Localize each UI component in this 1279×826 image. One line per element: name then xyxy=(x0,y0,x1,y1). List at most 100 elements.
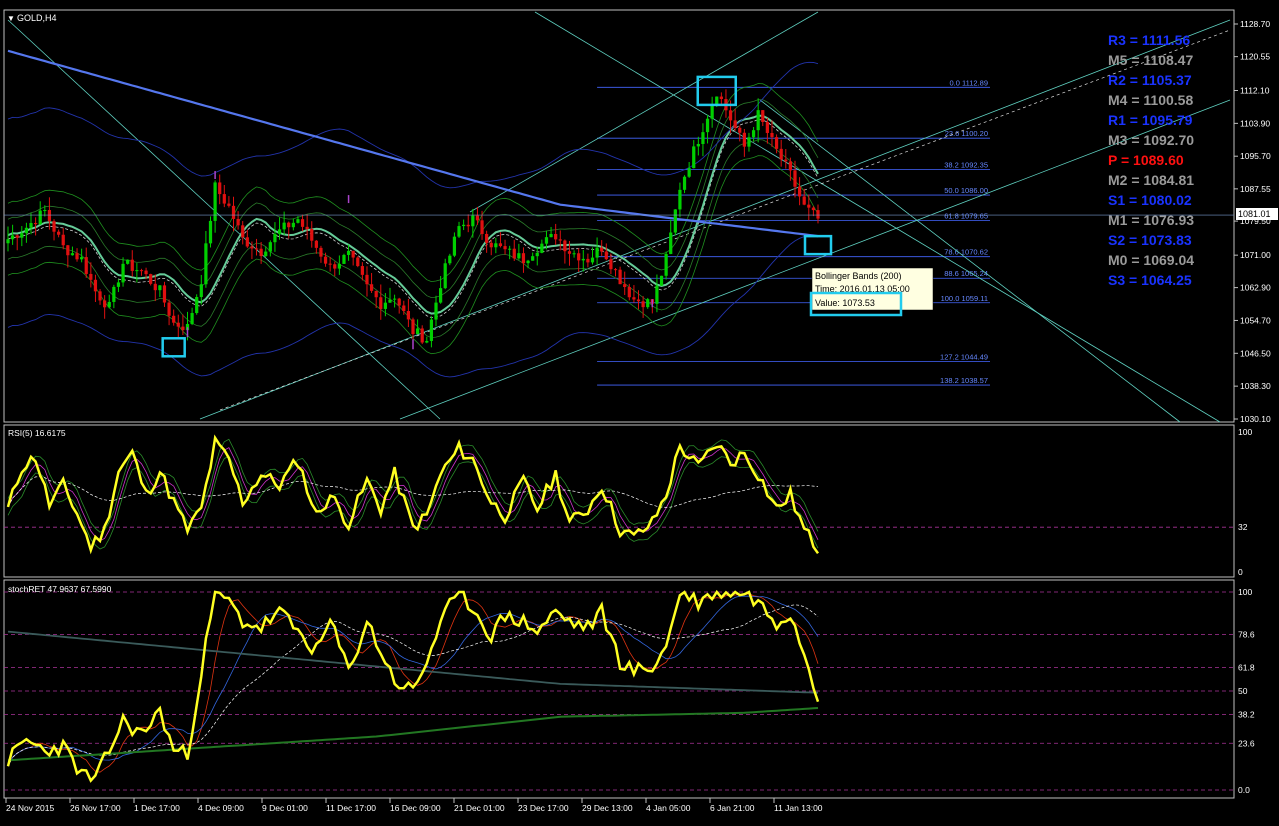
rsi-tick-label: 32 xyxy=(1238,522,1248,532)
candle-body xyxy=(770,132,774,138)
candle-body xyxy=(402,305,406,312)
candle-body xyxy=(222,194,226,204)
pivot-level-label: R3 = 1111.56 xyxy=(1108,32,1190,48)
time-tick-label: 24 Nov 2015 xyxy=(6,803,54,813)
candle-body xyxy=(751,130,756,138)
candle-body xyxy=(89,273,93,280)
time-tick-label: 11 Dec 17:00 xyxy=(326,803,376,813)
candle-body xyxy=(498,243,503,247)
candle-body xyxy=(577,253,581,261)
candle-body xyxy=(130,259,134,271)
candle-body xyxy=(682,176,687,190)
candle-body xyxy=(126,259,130,264)
candle-body xyxy=(291,222,295,228)
candle-body xyxy=(273,233,277,243)
candle-body xyxy=(448,255,452,264)
candle-body xyxy=(70,253,75,256)
candle-body xyxy=(765,122,769,133)
candle-body xyxy=(774,137,779,149)
candle-body xyxy=(245,237,249,247)
candle-body xyxy=(554,234,558,240)
candle-body xyxy=(204,243,208,285)
candle-body xyxy=(503,246,507,250)
fib-label: 127.2 1044.49 xyxy=(940,352,988,361)
candle-body xyxy=(687,168,691,177)
candle-body xyxy=(710,105,714,119)
candle-body xyxy=(103,300,107,308)
candle-body xyxy=(10,235,15,240)
candle-body xyxy=(742,132,746,147)
candle-body xyxy=(641,301,645,308)
fib-label: 88.6 1065.24 xyxy=(944,269,988,278)
stoch-tick-label: 23.6 xyxy=(1238,738,1255,748)
candle-body xyxy=(623,284,627,288)
candle-body xyxy=(434,302,438,320)
candle-body xyxy=(135,270,139,272)
pivot-level-label: S2 = 1073.83 xyxy=(1108,232,1192,248)
trading-chart[interactable]: 0.0 1112.89 23.6 1100.20 38.2 1092.35 50.0 … xyxy=(0,0,1279,826)
candle-body xyxy=(669,232,673,254)
candle-body xyxy=(411,319,415,335)
candle-body xyxy=(144,270,148,275)
candle-body xyxy=(613,269,618,271)
candle-body xyxy=(705,118,710,133)
time-tick-label: 11 Jan 13:00 xyxy=(774,803,823,813)
candle-body xyxy=(300,219,305,227)
candle-body xyxy=(47,210,52,222)
candle-body xyxy=(816,210,820,219)
candle-body xyxy=(480,220,484,234)
candle-body xyxy=(636,299,641,302)
candle-body xyxy=(218,182,222,195)
rsi-tick-label: 100 xyxy=(1238,427,1252,437)
candle-body xyxy=(38,210,42,225)
candle-body xyxy=(43,210,47,212)
candle-body xyxy=(604,251,608,260)
pivot-level-label: M0 = 1069.04 xyxy=(1108,252,1194,268)
pivot-level-label: M1 = 1076.93 xyxy=(1108,212,1194,228)
candle-body xyxy=(208,220,213,244)
candle-body xyxy=(719,96,723,100)
candle-body xyxy=(158,285,162,291)
candle-body xyxy=(379,297,383,309)
time-tick-label: 23 Dec 17:00 xyxy=(518,803,569,813)
candle-body xyxy=(756,110,760,131)
candle-body xyxy=(121,263,125,283)
candle-body xyxy=(508,248,512,250)
candle-body xyxy=(259,248,263,257)
candle-body xyxy=(397,298,401,306)
price-tick-label: 1103.90 xyxy=(1240,118,1270,128)
candle-body xyxy=(590,257,595,263)
menu-arrow-icon[interactable]: ▼ xyxy=(7,14,15,23)
candle-body xyxy=(388,299,392,303)
price-tick-label: 1071.00 xyxy=(1240,250,1271,260)
candle-body xyxy=(98,291,102,301)
time-tick-label: 4 Jan 05:00 xyxy=(646,803,691,813)
current-price-label: 1081.01 xyxy=(1238,209,1271,219)
candle-body xyxy=(443,263,447,289)
candle-body xyxy=(659,275,664,286)
pivot-level-label: S1 = 1080.02 xyxy=(1108,192,1192,208)
candle-body xyxy=(199,284,203,298)
current-price-tag: 1081.01 xyxy=(1236,208,1278,220)
candle-body xyxy=(558,239,562,241)
stoch-tick-label: 50 xyxy=(1238,686,1248,696)
candle-body xyxy=(811,207,816,211)
candle-body xyxy=(696,143,700,147)
pivot-level-label: S3 = 1064.25 xyxy=(1108,272,1192,288)
candle-body xyxy=(807,204,811,208)
candle-body xyxy=(356,257,360,267)
price-tick-label: 1038.30 xyxy=(1240,381,1271,391)
candle-body xyxy=(296,219,300,223)
price-tick-label: 1046.50 xyxy=(1240,348,1271,358)
candle-body xyxy=(747,137,751,147)
candle-body xyxy=(52,221,56,232)
candle-body xyxy=(305,226,309,230)
candle-body xyxy=(595,247,599,258)
time-tick-label: 26 Nov 17:00 xyxy=(70,803,121,813)
candle-body xyxy=(425,340,429,343)
pivot-level-label: M2 = 1084.81 xyxy=(1108,172,1194,188)
tooltip-title: Bollinger Bands (200) xyxy=(815,271,902,281)
candle-body xyxy=(701,132,705,144)
candle-body xyxy=(586,258,590,263)
candle-body xyxy=(61,234,65,246)
